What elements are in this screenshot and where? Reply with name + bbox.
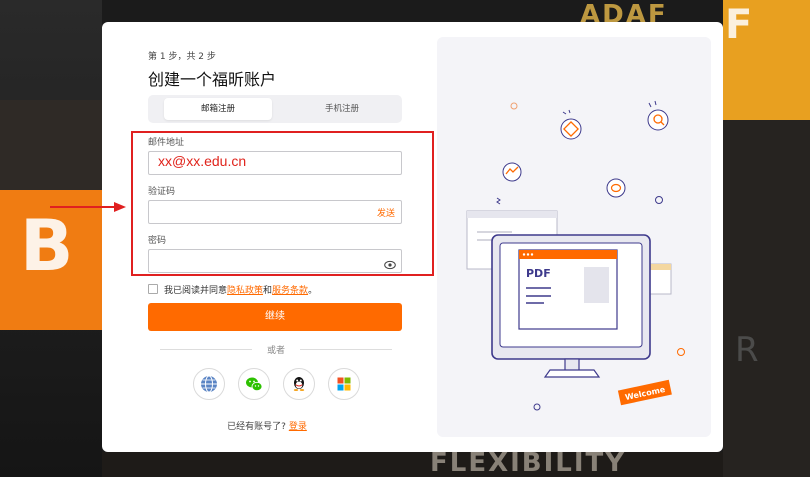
wechat-login-button[interactable] <box>238 368 270 400</box>
agreement-line: 我已阅读并同意隐私政策和服务条款。 <box>148 283 317 296</box>
form-highlight-box <box>131 131 434 276</box>
globe-login-button[interactable] <box>193 368 225 400</box>
microsoft-icon <box>337 377 351 391</box>
page-title: 创建一个福昕账户 <box>148 70 277 89</box>
registration-tabs: 邮箱注册 手机注册 <box>148 95 402 123</box>
agreement-suffix: 。 <box>308 286 318 296</box>
computer-pdf-illustration: PDF Welcome <box>466 100 685 411</box>
agreement-checkbox[interactable] <box>148 284 158 294</box>
globe-icon <box>201 375 217 393</box>
pdf-label: PDF <box>526 267 551 280</box>
privacy-policy-link[interactable]: 隐私政策 <box>227 286 263 296</box>
login-link[interactable]: 登录 <box>289 422 307 432</box>
red-arrow-annotation <box>50 202 126 212</box>
agreement-and: 和 <box>263 286 273 296</box>
agreement-prefix: 我已阅读并同意 <box>164 286 228 296</box>
already-have-account: 已经有账号了? 登录 <box>102 419 432 432</box>
microsoft-login-button[interactable] <box>328 368 360 400</box>
qq-login-button[interactable] <box>283 368 315 400</box>
qq-icon <box>293 377 305 391</box>
step-indicator: 第 1 步，共 2 步 <box>148 52 216 62</box>
tab-email-registration[interactable]: 邮箱注册 <box>164 98 272 120</box>
wechat-icon <box>246 377 263 392</box>
tab-phone-registration[interactable]: 手机注册 <box>288 98 396 120</box>
or-divider: 或者 <box>160 343 392 356</box>
already-account-text: 已经有账号了? <box>227 422 286 432</box>
continue-button[interactable]: 继续 <box>148 303 402 331</box>
divider-line-right <box>300 349 392 350</box>
terms-of-service-link[interactable]: 服务条款 <box>272 286 308 296</box>
illustration-panel: PDF Welcome <box>437 37 711 437</box>
